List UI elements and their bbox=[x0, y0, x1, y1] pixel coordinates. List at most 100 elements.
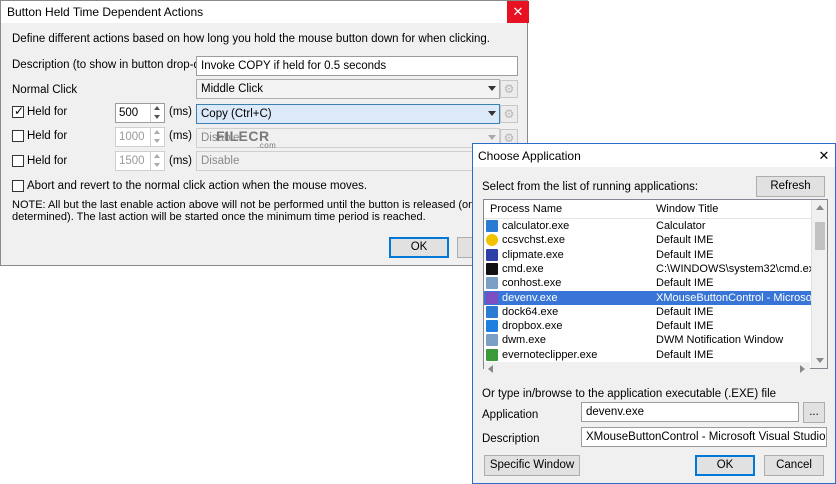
window-title: C:\WINDOWS\system32\cmd.exe bbox=[656, 262, 821, 275]
window-title: Default IME bbox=[656, 248, 714, 261]
select-label: Select from the list of running applicat… bbox=[482, 181, 699, 193]
ms-unit-1: (ms) bbox=[169, 106, 192, 118]
norton-check-icon bbox=[486, 234, 498, 247]
note-text-line2: determined). The last action will be sta… bbox=[12, 211, 426, 223]
process-name: calculator.exe bbox=[502, 220, 570, 232]
window-title: Calculator bbox=[656, 220, 706, 232]
close-button[interactable]: ✕ bbox=[507, 1, 529, 23]
window-title: Default IME bbox=[656, 277, 714, 290]
held-actions-window: Button Held Time Dependent Actions ✕ Def… bbox=[0, 0, 573, 266]
spinner-buttons[interactable] bbox=[150, 128, 164, 146]
held-time-spinner-2[interactable]: 1000 bbox=[115, 127, 165, 147]
list-item[interactable]: clipmate.exe Default IME bbox=[484, 248, 811, 262]
window-title: Button Held Time Dependent Actions bbox=[7, 5, 204, 19]
scrollbar[interactable] bbox=[811, 200, 827, 368]
list-item[interactable]: evernoteclipper.exe Default IME bbox=[484, 348, 811, 362]
column-header-window-title[interactable]: Window Title bbox=[656, 200, 718, 218]
list-item[interactable]: dropbox.exe Default IME bbox=[484, 319, 811, 333]
held-time-spinner-3[interactable]: 1500 bbox=[115, 151, 165, 171]
held-time-value-1: 500 bbox=[119, 107, 139, 119]
dialog-title-bar: Choose Application ✕ bbox=[473, 144, 835, 167]
process-name: cmd.exe bbox=[502, 262, 544, 275]
arrow-down-icon bbox=[154, 115, 160, 119]
held-for-checkbox-1[interactable]: ✓ bbox=[12, 104, 25, 118]
window-icon bbox=[486, 305, 498, 318]
horizontal-scrollbar[interactable] bbox=[484, 362, 810, 374]
held-for-checkbox-3[interactable] bbox=[12, 155, 24, 167]
held-for-label-3: Held for bbox=[27, 155, 68, 167]
ms-unit-3: (ms) bbox=[169, 155, 192, 167]
window-icon bbox=[486, 277, 498, 290]
list-item[interactable]: ccsvchst.exe Default IME bbox=[484, 233, 811, 247]
gear-icon[interactable]: ⚙ bbox=[500, 105, 518, 123]
arrow-up-icon bbox=[154, 106, 160, 110]
scroll-right-icon[interactable] bbox=[800, 365, 805, 373]
description-input[interactable]: Invoke COPY if held for 0.5 seconds bbox=[196, 56, 518, 76]
chevron-down-icon bbox=[488, 86, 496, 91]
application-label: Application bbox=[482, 409, 539, 421]
scroll-left-icon[interactable] bbox=[488, 365, 493, 373]
abort-label: Abort and revert to the normal click act… bbox=[27, 180, 368, 192]
gear-icon[interactable]: ⚙ bbox=[500, 80, 518, 98]
application-input[interactable]: devenv.exe bbox=[581, 402, 799, 422]
held-time-spinner-1[interactable]: 500 bbox=[115, 103, 165, 123]
check-icon: ✓ bbox=[14, 104, 25, 118]
scroll-down-icon[interactable] bbox=[816, 358, 824, 363]
evernote-icon bbox=[486, 348, 498, 361]
normal-click-value: Middle Click bbox=[201, 83, 263, 95]
choose-application-dialog: Choose Application ✕ Select from the lis… bbox=[472, 143, 836, 484]
process-name: evernoteclipper.exe bbox=[502, 348, 598, 361]
process-name: conhost.exe bbox=[502, 277, 562, 290]
held-action-select-1[interactable]: Copy (Ctrl+C) bbox=[196, 104, 500, 124]
cancel-button[interactable]: Cancel bbox=[764, 455, 824, 476]
normal-click-select[interactable]: Middle Click bbox=[196, 79, 500, 99]
list-item[interactable]: cmd.exe C:\WINDOWS\system32\cmd.exe bbox=[484, 262, 820, 276]
scroll-thumb[interactable] bbox=[815, 222, 825, 250]
close-icon[interactable]: ✕ bbox=[813, 145, 835, 167]
process-list[interactable]: Process Name Window Title calculator.exe… bbox=[483, 199, 828, 369]
list-item[interactable]: conhost.exe Default IME bbox=[484, 276, 811, 290]
abort-checkbox[interactable] bbox=[12, 180, 24, 192]
watermark-sub: .com bbox=[257, 141, 277, 150]
dialog-title: Choose Application bbox=[478, 149, 581, 163]
process-name: ccsvchst.exe bbox=[502, 234, 565, 247]
list-item[interactable]: calculator.exe Calculator bbox=[484, 219, 811, 233]
window-icon bbox=[486, 334, 498, 347]
title-bar: Button Held Time Dependent Actions ✕ bbox=[1, 1, 529, 23]
arrow-up-icon bbox=[154, 130, 160, 134]
list-header: Process Name Window Title bbox=[484, 200, 813, 219]
held-action-select-3[interactable]: Disable bbox=[196, 151, 500, 171]
chevron-down-icon bbox=[488, 111, 496, 116]
specific-window-button[interactable]: Specific Window bbox=[484, 455, 580, 476]
description-label: Description (to show in button drop-down… bbox=[12, 59, 225, 71]
dropbox-icon bbox=[486, 320, 498, 333]
arrow-up-icon bbox=[154, 154, 160, 158]
list-item[interactable]: dwm.exe DWM Notification Window bbox=[484, 333, 811, 347]
refresh-button[interactable]: Refresh bbox=[756, 176, 825, 197]
list-item[interactable]: devenv.exe XMouseButtonControl - Microsof… bbox=[484, 290, 827, 305]
ok-button[interactable]: OK bbox=[695, 455, 755, 476]
held-action-value-3: Disable bbox=[201, 155, 240, 167]
process-name: dropbox.exe bbox=[502, 320, 563, 333]
browse-button[interactable]: ... bbox=[803, 402, 825, 423]
spinner-buttons[interactable] bbox=[150, 152, 164, 170]
process-name: dwm.exe bbox=[502, 334, 547, 347]
normal-click-label: Normal Click bbox=[12, 84, 78, 96]
held-for-checkbox-2[interactable] bbox=[12, 130, 24, 142]
clipboard-icon bbox=[486, 248, 498, 261]
column-header-process[interactable]: Process Name bbox=[490, 200, 562, 218]
window-title: Default IME bbox=[656, 348, 714, 361]
list-item[interactable]: dock64.exe Default IME bbox=[484, 305, 811, 319]
window-title: Default IME bbox=[656, 320, 714, 333]
description-input[interactable]: XMouseButtonControl - Microsoft Visual S… bbox=[581, 427, 827, 447]
process-name: dock64.exe bbox=[502, 305, 559, 318]
held-time-value-2: 1000 bbox=[119, 131, 145, 143]
spinner-buttons[interactable] bbox=[150, 104, 164, 122]
ok-button[interactable]: OK bbox=[389, 237, 449, 258]
description-label: Description bbox=[482, 433, 540, 445]
held-action-value-1: Copy (Ctrl+C) bbox=[201, 108, 272, 120]
scroll-up-icon[interactable] bbox=[816, 205, 824, 210]
visual-studio-icon bbox=[486, 291, 498, 304]
window-title: Default IME bbox=[656, 234, 714, 247]
calculator-icon bbox=[486, 220, 498, 232]
